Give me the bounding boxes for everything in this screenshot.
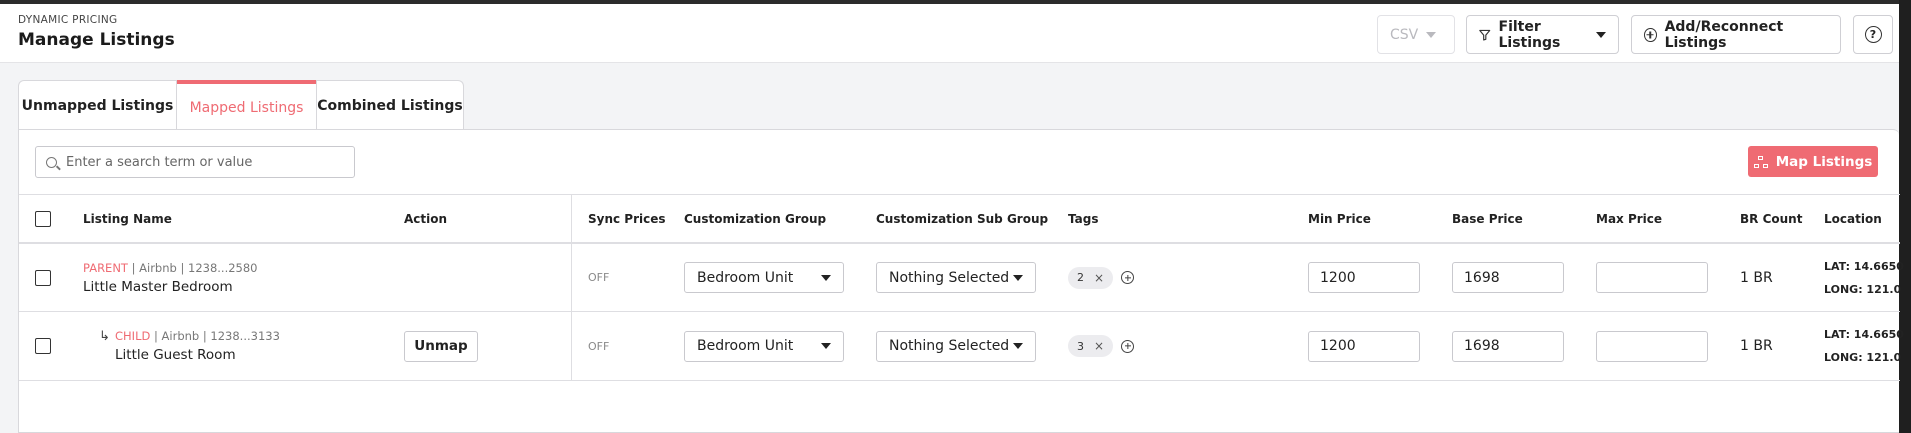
- page-title: Manage Listings: [18, 30, 175, 50]
- child-arrow-icon: ↳: [99, 329, 110, 344]
- filter-icon: [1479, 29, 1491, 41]
- max-price-input[interactable]: [1596, 330, 1708, 362]
- chevron-down-icon: [821, 274, 831, 281]
- customization-sub-group-select[interactable]: Nothing Selected: [876, 330, 1036, 362]
- map-listings-label: Map Listings: [1775, 153, 1873, 170]
- col-base-price[interactable]: Base Price: [1452, 195, 1523, 242]
- br-count: 1 BR: [1740, 269, 1773, 286]
- add-reconnect-listings-button[interactable]: Add/Reconnect Listings: [1631, 15, 1841, 54]
- tab-unmapped-listings[interactable]: Unmapped Listings: [18, 80, 177, 130]
- table-header-row: Listing Name Action Sync Prices Customiz…: [19, 194, 1900, 242]
- sync-prices-toggle[interactable]: OFF: [588, 340, 609, 353]
- row-checkbox[interactable]: [35, 338, 51, 354]
- min-price-input[interactable]: [1308, 330, 1420, 362]
- csv-label: CSV: [1390, 26, 1419, 43]
- listing-name-cell: ↳ CHILD | Airbnb | 1238...3133 Little Gue…: [99, 312, 280, 380]
- page-kicker: DYNAMIC PRICING: [18, 14, 118, 26]
- help-icon: ?: [1864, 26, 1882, 43]
- search-input[interactable]: [66, 154, 336, 170]
- search-icon: [46, 156, 57, 168]
- chevron-down-icon: [1596, 31, 1606, 38]
- base-price-input[interactable]: [1452, 262, 1564, 293]
- relation-badge: PARENT: [83, 260, 128, 275]
- help-button[interactable]: ?: [1853, 15, 1893, 54]
- col-customization-sub-group[interactable]: Customization Sub Group: [876, 195, 1048, 242]
- max-price-input[interactable]: [1596, 262, 1708, 293]
- location-cell: LAT: 14.6650 LONG: 121.0: [1824, 312, 1904, 380]
- customization-group-value: Bedroom Unit: [697, 269, 794, 286]
- customization-sub-group-value: Nothing Selected: [889, 269, 1010, 286]
- close-icon[interactable]: ×: [1094, 271, 1104, 285]
- col-listing-name[interactable]: Listing Name: [83, 195, 172, 242]
- listing-meta: PARENT | Airbnb | 1238...2580: [83, 260, 258, 275]
- customization-group-value: Bedroom Unit: [697, 338, 794, 354]
- customization-group-select[interactable]: Bedroom Unit: [684, 262, 844, 293]
- location-cell: LAT: 14.6650 LONG: 121.0: [1824, 244, 1904, 311]
- base-price-input[interactable]: [1452, 330, 1564, 362]
- tag-chip: 2 ×: [1068, 266, 1114, 289]
- location-long: LONG: 121.0: [1824, 351, 1902, 364]
- listing-name[interactable]: Little Master Bedroom: [83, 279, 233, 295]
- min-price-input[interactable]: [1308, 262, 1420, 293]
- tab-mapped-listings[interactable]: Mapped Listings: [177, 80, 316, 130]
- filter-listings-label: Filter Listings: [1498, 18, 1561, 51]
- chevron-down-icon: [1013, 274, 1023, 281]
- col-max-price[interactable]: Max Price: [1596, 195, 1662, 242]
- close-icon[interactable]: ×: [1094, 339, 1104, 353]
- unmap-button[interactable]: Unmap: [404, 330, 478, 362]
- filter-listings-button[interactable]: Filter Listings: [1466, 15, 1619, 54]
- add-reconnect-label: Add/Reconnect Listings: [1664, 18, 1784, 51]
- page-header: DYNAMIC PRICING Manage Listings CSV Filt…: [0, 4, 1899, 63]
- location-lat: LAT: 14.6650: [1824, 328, 1904, 341]
- customization-sub-group-select[interactable]: Nothing Selected: [876, 262, 1036, 293]
- col-customization-group[interactable]: Customization Group: [684, 195, 826, 242]
- col-tags: Tags: [1068, 211, 1099, 226]
- col-sync-prices[interactable]: Sync Prices: [588, 195, 666, 242]
- tab-combined-listings[interactable]: Combined Listings: [316, 80, 464, 130]
- col-br-count[interactable]: BR Count: [1740, 195, 1802, 242]
- add-tag-icon[interactable]: [1121, 339, 1135, 353]
- row-checkbox[interactable]: [35, 269, 51, 286]
- table-bottom-border: [19, 380, 1900, 381]
- customization-sub-group-value: Nothing Selected: [889, 338, 1010, 354]
- customization-group-select[interactable]: Bedroom Unit: [684, 330, 844, 362]
- sync-prices-toggle[interactable]: OFF: [588, 271, 609, 284]
- add-tag-icon[interactable]: [1121, 271, 1135, 284]
- sitemap-icon: [1753, 155, 1768, 168]
- csv-button[interactable]: CSV: [1377, 15, 1455, 54]
- listings-card: Map Listings Listing Name Action Sync Pr…: [18, 129, 1904, 433]
- col-action: Action: [404, 211, 448, 226]
- table-row: PARENT | Airbnb | 1238...2580 Little Mas…: [19, 242, 1904, 311]
- br-count: 1 BR: [1740, 338, 1773, 354]
- chevron-down-icon: [1013, 343, 1023, 349]
- chevron-down-icon: [821, 343, 831, 349]
- listing-tabs: Unmapped Listings Mapped Listings Combin…: [18, 80, 464, 130]
- col-min-price[interactable]: Min Price: [1308, 195, 1371, 242]
- chevron-down-icon: [1426, 31, 1437, 38]
- relation-badge: CHILD: [115, 329, 151, 343]
- listing-name[interactable]: Little Guest Room: [115, 347, 236, 363]
- listing-name-cell: PARENT | Airbnb | 1238...2580 Little Mas…: [83, 244, 258, 311]
- tag-count: 2: [1077, 271, 1084, 284]
- tag-chip: 3 ×: [1068, 335, 1114, 357]
- col-location: Location: [1824, 211, 1882, 226]
- table-row: ↳ CHILD | Airbnb | 1238...3133 Little Gue…: [19, 311, 1904, 380]
- search-box[interactable]: [35, 146, 355, 178]
- map-listings-button[interactable]: Map Listings: [1748, 146, 1878, 177]
- listing-meta: ↳ CHILD | Airbnb | 1238...3133: [99, 329, 280, 344]
- location-long: LONG: 121.0: [1824, 282, 1902, 296]
- select-all-checkbox[interactable]: [35, 210, 51, 227]
- plus-circle-icon: [1644, 27, 1657, 42]
- location-lat: LAT: 14.6650: [1824, 259, 1904, 273]
- tag-count: 3: [1077, 339, 1084, 353]
